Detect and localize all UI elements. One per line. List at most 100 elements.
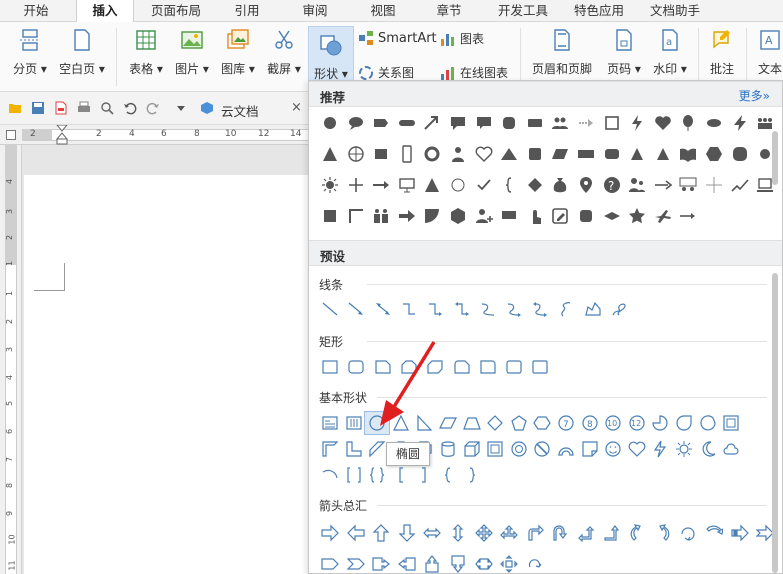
folded-corner-icon[interactable]	[577, 437, 603, 461]
lightning-icon[interactable]	[624, 111, 650, 135]
brace-icon[interactable]	[496, 173, 522, 197]
left-arrow-shape-icon[interactable]	[343, 521, 369, 545]
chevron-icon[interactable]	[343, 552, 369, 574]
parallelogram-icon[interactable]	[547, 142, 573, 166]
document-canvas[interactable]	[22, 145, 310, 574]
tab-developer[interactable]: 开发工具	[490, 0, 556, 22]
right-arrow-callout-icon[interactable]	[368, 552, 394, 574]
right-bracket-icon[interactable]	[411, 463, 437, 487]
print-preview-icon[interactable]	[100, 101, 114, 115]
diamond-wide-icon[interactable]	[599, 204, 625, 228]
teardrop-icon[interactable]	[671, 411, 697, 435]
dark-square-icon[interactable]	[317, 204, 343, 228]
pie-icon[interactable]	[647, 411, 673, 435]
curved-left-arrow-icon[interactable]	[650, 521, 676, 545]
rounded-blob-icon[interactable]	[727, 142, 753, 166]
pdf-export-icon[interactable]	[54, 101, 68, 115]
can-icon[interactable]	[435, 437, 461, 461]
relation-chart-button[interactable]: 关系图	[358, 64, 414, 81]
curved-connector-icon[interactable]	[475, 297, 501, 321]
globe-icon[interactable]	[343, 142, 369, 166]
rounded-rect-icon[interactable]	[599, 142, 625, 166]
bent-up-arrow-icon[interactable]	[599, 521, 625, 545]
bookmark-square-icon[interactable]	[522, 142, 548, 166]
up-arrow-shape-icon[interactable]	[368, 521, 394, 545]
text-box-icon[interactable]	[317, 411, 343, 435]
double-arrow-line-icon[interactable]	[370, 297, 396, 321]
circular-arrow-small-icon[interactable]	[522, 552, 548, 574]
heart-outline-icon[interactable]	[471, 142, 497, 166]
arc-icon[interactable]	[317, 463, 343, 487]
sun-icon[interactable]	[317, 173, 343, 197]
recommended-scrollbar[interactable]	[772, 131, 778, 185]
tab-section[interactable]: 章节	[424, 0, 474, 22]
frame-icon[interactable]	[718, 411, 744, 435]
scribble-icon[interactable]	[606, 297, 632, 321]
quad-arrow-callout-icon[interactable]	[496, 552, 522, 574]
save-icon[interactable]	[31, 101, 45, 115]
left-right-arrow-callout-icon[interactable]	[471, 552, 497, 574]
monitor-stand-icon[interactable]	[496, 204, 522, 228]
redo-icon[interactable]	[146, 101, 160, 115]
cube-icon[interactable]	[445, 204, 471, 228]
bent-arrow-icon[interactable]	[522, 521, 548, 545]
donut-icon[interactable]	[506, 437, 532, 461]
half-frame-icon[interactable]	[317, 437, 343, 461]
double-bracket-icon[interactable]	[341, 463, 367, 487]
dropdown-icon[interactable]	[174, 101, 188, 115]
round-diagonal-rect-icon[interactable]	[527, 355, 553, 379]
hexagon-icon[interactable]	[701, 142, 727, 166]
diagonal-arrow-icon[interactable]	[419, 111, 445, 135]
left-brace-icon[interactable]	[435, 463, 461, 487]
curved-arrow-icon[interactable]	[501, 297, 527, 321]
presets-scrollbar[interactable]	[772, 273, 778, 573]
diamond-outline-icon[interactable]	[482, 411, 508, 435]
screenshot-button[interactable]: 截屏 ▾	[262, 28, 306, 77]
up-down-arrow-icon[interactable]	[445, 521, 471, 545]
team-icon[interactable]	[624, 173, 650, 197]
tab-home[interactable]: 开始	[10, 0, 62, 22]
rounded-square-icon[interactable]	[496, 111, 522, 135]
plus-icon[interactable]	[343, 173, 369, 197]
filled-rect-icon[interactable]	[368, 142, 394, 166]
elbow-double-arrow-icon[interactable]	[449, 297, 475, 321]
curved-double-arrow-icon[interactable]	[527, 297, 553, 321]
edit-note-icon[interactable]	[547, 204, 573, 228]
curve-icon[interactable]	[554, 297, 580, 321]
question-icon[interactable]: ?	[599, 173, 625, 197]
circle-outline-icon[interactable]	[445, 173, 471, 197]
diamond-icon[interactable]	[522, 173, 548, 197]
right-arrow-shape-icon[interactable]	[317, 521, 343, 545]
dashed-arrow-icon[interactable]	[573, 111, 599, 135]
smartart-button[interactable]: SmartArt	[358, 30, 437, 46]
hand-pointer-icon[interactable]	[522, 204, 548, 228]
moon-icon[interactable]	[695, 437, 721, 461]
ellipse-icon[interactable]	[701, 111, 727, 135]
business-people-icon[interactable]	[368, 204, 394, 228]
chord-icon[interactable]	[695, 411, 721, 435]
up-arrow-callout-icon[interactable]	[419, 552, 445, 574]
sun-outline-icon[interactable]	[671, 437, 697, 461]
vertical-text-box-icon[interactable]	[341, 411, 367, 435]
elbow-connector-icon[interactable]	[396, 297, 422, 321]
pentagon-icon[interactable]	[506, 411, 532, 435]
callout-icon[interactable]	[445, 111, 471, 135]
star-icon[interactable]	[624, 204, 650, 228]
thin-cross-icon[interactable]	[701, 173, 727, 197]
triangle-outline-icon[interactable]	[650, 142, 676, 166]
open-book-icon[interactable]	[675, 142, 701, 166]
cloud-icon[interactable]	[718, 437, 744, 461]
rectangle-icon[interactable]	[522, 111, 548, 135]
heart-icon[interactable]	[650, 111, 676, 135]
l-shape-icon[interactable]	[341, 437, 367, 461]
hexagon-outline-icon[interactable]	[529, 411, 555, 435]
rectangle-outline-icon[interactable]	[317, 355, 343, 379]
rounded-tile-icon[interactable]	[573, 204, 599, 228]
arrow-small-icon[interactable]	[675, 204, 701, 228]
corner-icon[interactable]	[343, 204, 369, 228]
striped-right-arrow-icon[interactable]	[727, 521, 753, 545]
arrow-line-icon[interactable]	[343, 297, 369, 321]
dodecagon-icon[interactable]: 12	[624, 411, 650, 435]
heart-shape-icon[interactable]	[624, 437, 650, 461]
left-right-arrow-icon[interactable]	[419, 521, 445, 545]
